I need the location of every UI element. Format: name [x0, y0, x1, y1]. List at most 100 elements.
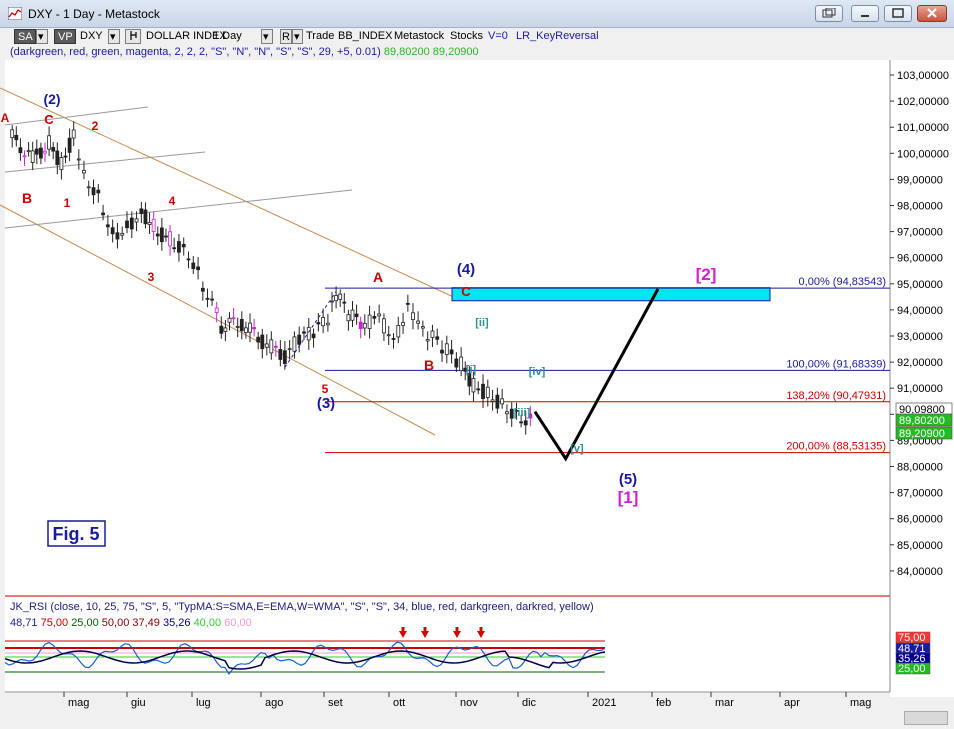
- metastock-window: { "window": { "title": "DXY - 1 Day - Me…: [0, 0, 954, 729]
- candle-body: [500, 398, 505, 405]
- vp-button[interactable]: VP: [54, 29, 76, 44]
- candle-body: [43, 150, 47, 154]
- candle-body: [264, 343, 269, 348]
- symbol-field[interactable]: DXY: [80, 29, 103, 44]
- candle-body: [490, 399, 495, 402]
- minimize-button[interactable]: [851, 5, 879, 22]
- last-value-label: 89,20900: [899, 428, 945, 440]
- candle-body: [235, 325, 240, 328]
- candle-body: [346, 314, 351, 322]
- sa-button[interactable]: SA: [14, 29, 36, 44]
- candle-body: [67, 137, 72, 153]
- wave-label: A: [1, 111, 10, 125]
- candle-body: [223, 327, 228, 332]
- volume-label: V=0: [488, 30, 508, 42]
- candle-body: [273, 345, 278, 348]
- candle-body: [39, 147, 43, 159]
- candle-body: [330, 300, 334, 303]
- candle-body: [76, 158, 81, 161]
- restore-button[interactable]: [815, 5, 843, 22]
- fib-level-label: 200,00% (88,53135): [786, 441, 886, 453]
- candle-body: [134, 218, 139, 223]
- close-button[interactable]: [917, 5, 947, 22]
- candle-body: [115, 232, 120, 240]
- candle-body: [168, 231, 172, 247]
- candle-body: [86, 186, 91, 189]
- x-tick-label: feb: [656, 697, 671, 709]
- candle-body: [101, 212, 105, 216]
- rsi-params: (close, 10, 25, 75, "S", 5, "TypMA:S=SMA…: [50, 601, 594, 613]
- candle-body: [129, 217, 134, 230]
- minimize-icon: [861, 15, 869, 17]
- window-title: DXY - 1 Day - Metastock: [28, 7, 160, 21]
- index-name: BB_INDEX: [338, 30, 393, 42]
- wave-label: [v]: [570, 443, 584, 455]
- x-tick-label: giu: [131, 697, 146, 709]
- indicator-name: LR_KeyReversal: [516, 30, 599, 42]
- y-tick-label: 88,00000: [897, 462, 943, 474]
- candle-body: [26, 150, 31, 153]
- candle-body: [200, 287, 205, 292]
- candle-body: [292, 336, 297, 352]
- candle-body: [523, 420, 528, 426]
- restore-icon: [822, 7, 836, 18]
- horizontal-scroll-thumb[interactable]: [904, 711, 948, 725]
- candle-body: [252, 327, 257, 330]
- rsi-value: 25,00: [71, 617, 99, 629]
- candle-body: [269, 339, 274, 354]
- price-chart[interactable]: 103,00000 102,00000 101,00000 100,00000 99,0…: [0, 60, 954, 711]
- wave-label: C: [44, 112, 54, 127]
- candle-body: [155, 233, 160, 237]
- candle-body: [350, 309, 355, 321]
- maximize-button[interactable]: [884, 5, 912, 22]
- candle-body: [181, 243, 186, 248]
- y-tick-label: 92,00000: [897, 357, 943, 369]
- y-tick-label: 95,00000: [897, 279, 943, 291]
- candle-body: [256, 336, 261, 343]
- title-bar: DXY - 1 Day - Metastock: [0, 0, 954, 28]
- candle-body: [231, 317, 236, 320]
- rsi-axis-tag-label: 25,00: [898, 663, 926, 675]
- x-tick-label: ago: [265, 697, 283, 709]
- sa-dropdown[interactable]: ▾: [36, 29, 48, 44]
- y-tick-label: 103,00000: [897, 70, 949, 82]
- wave-label: 1: [64, 196, 71, 210]
- fib-level-label: 138,20% (90,47931): [786, 390, 886, 402]
- candle-body: [196, 266, 200, 271]
- candle-body: [367, 314, 372, 330]
- candle-body: [354, 313, 359, 318]
- candle-body: [411, 312, 415, 320]
- candle-body: [485, 386, 490, 398]
- candle-body: [63, 155, 68, 158]
- symbol-dropdown[interactable]: ▾: [108, 29, 120, 44]
- wave-label: 3: [148, 270, 155, 284]
- candle-body: [51, 147, 56, 152]
- candle-body: [91, 187, 96, 196]
- x-tick-label: lug: [196, 697, 211, 709]
- candle-body: [30, 150, 35, 163]
- periodicity-dropdown[interactable]: ▾: [261, 29, 273, 44]
- wave-label: [ii]: [475, 317, 489, 329]
- y-tick-label: 101,00000: [897, 122, 949, 134]
- x-tick-label: dic: [522, 697, 537, 709]
- candle-body: [306, 327, 311, 341]
- security-icon-button[interactable]: [125, 29, 141, 44]
- r-dropdown[interactable]: ▾: [292, 29, 303, 44]
- r-button[interactable]: R: [280, 29, 292, 44]
- rsi-value: 50,00: [101, 617, 130, 629]
- candle-body: [425, 339, 430, 342]
- wave-label: [i]: [466, 364, 477, 376]
- security-icon: [130, 31, 137, 40]
- periodicity-field[interactable]: 1 Day: [213, 29, 242, 44]
- candle-body: [22, 155, 27, 158]
- candle-body: [159, 227, 164, 243]
- candle-body: [243, 327, 248, 333]
- rsi-value: 60,00: [224, 617, 252, 629]
- candle-body: [55, 150, 60, 165]
- candle-body: [14, 134, 19, 141]
- candle-body: [59, 157, 64, 171]
- trade-label[interactable]: Trade: [306, 29, 334, 44]
- candle-body: [10, 129, 15, 139]
- last-value-label: 89,80200: [899, 415, 945, 427]
- wave-label: B: [424, 357, 434, 373]
